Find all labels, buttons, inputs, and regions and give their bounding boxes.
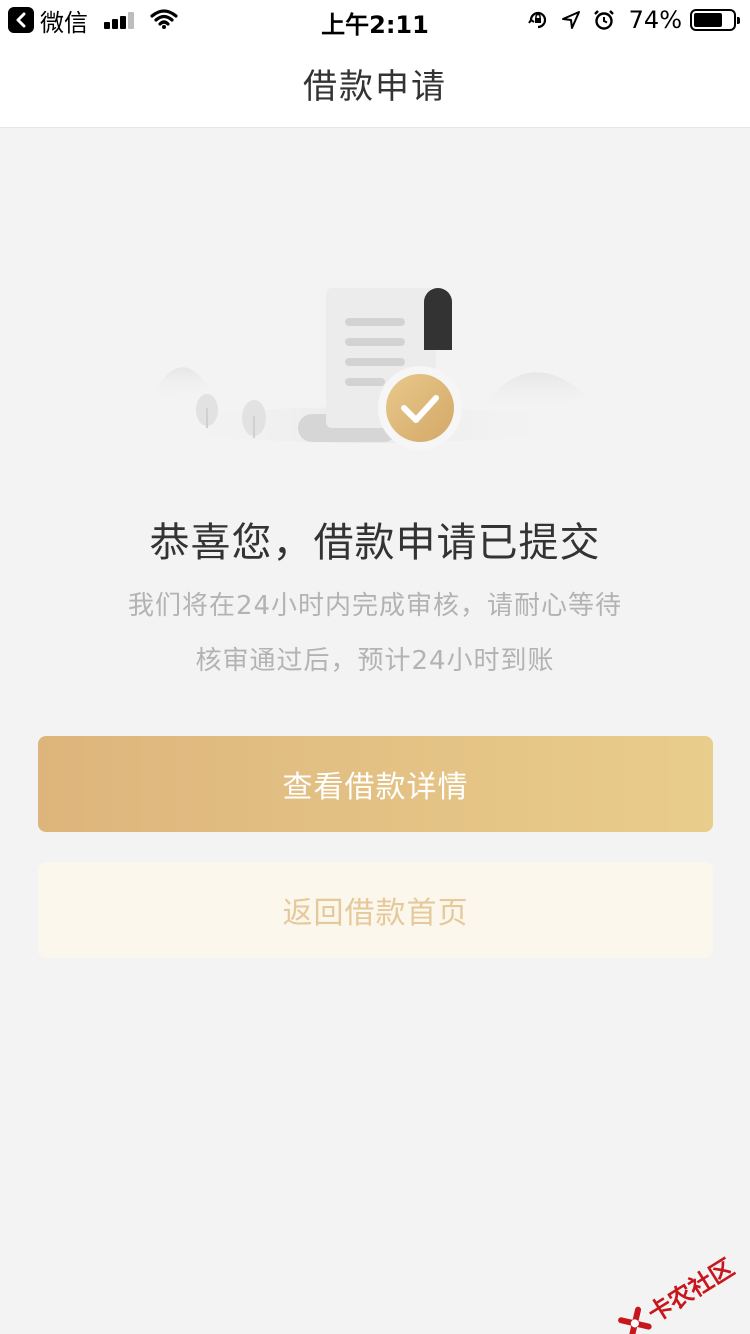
return-loan-home-button[interactable]: 返回借款首页: [38, 862, 713, 958]
page-title: 借款申请: [303, 67, 447, 107]
battery-icon: [690, 9, 740, 31]
review-notice: 我们将在24小时内完成审核，请耐心等待: [127, 591, 623, 621]
success-headline: 恭喜您，借款申请已提交: [149, 520, 601, 566]
status-right: 74%: [515, 5, 740, 35]
status-bar: 微信 上午2:11 74%: [0, 0, 750, 40]
battery-percent: 74%: [628, 6, 682, 34]
alarm-icon: [593, 9, 615, 31]
nav-bar: 借款申请: [0, 40, 750, 128]
rotation-lock-icon: [527, 9, 549, 31]
arrival-notice: 核审通过后，预计24小时到账: [195, 646, 555, 676]
watermark: 卡农社区: [614, 1248, 739, 1334]
battery-fill: [694, 13, 723, 27]
document-check-icon: [140, 280, 610, 460]
watermark-text: 卡农社区: [642, 1253, 740, 1328]
view-loan-details-button[interactable]: 查看借款详情: [38, 736, 713, 832]
location-icon: [561, 10, 581, 30]
